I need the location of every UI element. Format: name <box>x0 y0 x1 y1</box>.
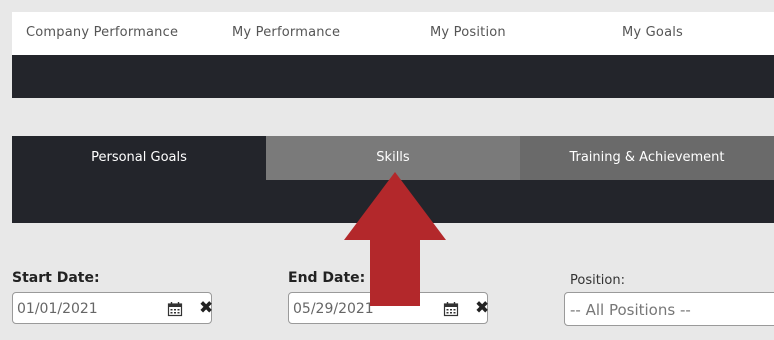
calendar-icon[interactable] <box>167 301 183 317</box>
position-label: Position: <box>570 273 625 288</box>
position-select-value: -- All Positions -- <box>570 301 691 319</box>
close-icon[interactable]: ✖ <box>475 298 489 318</box>
start-date-field[interactable]: 01/01/2021 ✖ <box>12 292 213 324</box>
start-date-label: Start Date: <box>12 270 100 286</box>
top-navigation: Company Performance My Performance My Po… <box>12 12 774 55</box>
nav-company-performance[interactable]: Company Performance <box>26 25 178 40</box>
position-select[interactable]: -- All Positions -- <box>564 292 774 326</box>
tab-training-achievement[interactable]: Training & Achievement <box>520 136 774 180</box>
close-icon[interactable]: ✖ <box>199 298 213 318</box>
nav-my-goals[interactable]: My Goals <box>622 25 683 40</box>
nav-my-performance[interactable]: My Performance <box>232 25 340 40</box>
start-date-value: 01/01/2021 <box>17 301 98 317</box>
tab-personal-goals[interactable]: Personal Goals <box>12 136 266 180</box>
nav-my-position[interactable]: My Position <box>430 25 506 40</box>
header-dark-bar <box>12 55 774 98</box>
up-arrow-annotation <box>344 172 446 306</box>
